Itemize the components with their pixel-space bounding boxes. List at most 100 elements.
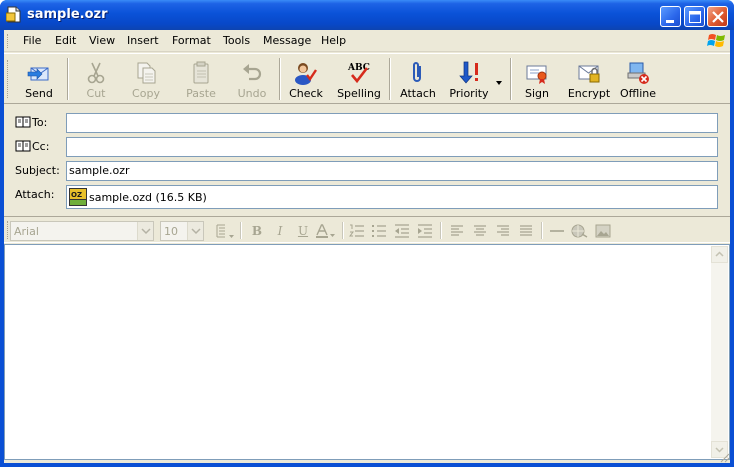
font-size-dropdown[interactable] bbox=[187, 222, 203, 240]
sign-button[interactable]: Sign bbox=[515, 54, 559, 104]
paste-button[interactable]: Paste bbox=[172, 54, 230, 104]
align-left-icon bbox=[451, 225, 463, 236]
paragraph-style-button[interactable] bbox=[214, 222, 236, 240]
menu-message[interactable]: Message bbox=[263, 34, 311, 47]
font-name-select[interactable]: Arial bbox=[10, 221, 154, 241]
scissors-icon bbox=[87, 62, 105, 84]
underline-icon: U bbox=[297, 224, 309, 238]
attachment-field[interactable]: OZ sample.ozd (16.5 KB) bbox=[66, 185, 718, 209]
paste-icon bbox=[193, 61, 209, 84]
decrease-indent-icon bbox=[395, 224, 409, 238]
status-bar bbox=[4, 460, 730, 463]
minimize-icon bbox=[666, 20, 674, 23]
align-left-button[interactable] bbox=[448, 222, 466, 240]
bullet-list-button[interactable] bbox=[370, 222, 388, 240]
maximize-button[interactable] bbox=[684, 6, 705, 27]
send-button[interactable]: Send bbox=[15, 54, 63, 104]
menu-insert[interactable]: Insert bbox=[127, 34, 159, 47]
check-label: Check bbox=[289, 87, 323, 100]
formatting-toolbar: Arial 10 B I U bbox=[4, 216, 730, 243]
chevron-up-icon bbox=[715, 251, 724, 257]
chevron-down-icon bbox=[141, 228, 151, 235]
bold-button[interactable]: B bbox=[248, 222, 266, 240]
font-color-button[interactable] bbox=[315, 222, 337, 240]
encrypt-button[interactable]: Encrypt bbox=[563, 54, 615, 104]
priority-button[interactable]: Priority bbox=[444, 54, 494, 104]
menu-grip[interactable] bbox=[7, 34, 10, 48]
attach-button[interactable]: Attach bbox=[394, 54, 442, 104]
attach-label: Attach: bbox=[15, 188, 55, 201]
font-size-select[interactable]: 10 bbox=[160, 221, 204, 241]
attachment-item[interactable]: OZ sample.ozd (16.5 KB) bbox=[69, 188, 207, 206]
justify-icon bbox=[520, 225, 532, 236]
font-color-icon bbox=[316, 224, 335, 238]
increase-indent-icon bbox=[418, 224, 432, 238]
minimize-button[interactable] bbox=[660, 6, 681, 27]
increase-indent-button[interactable] bbox=[416, 222, 434, 240]
message-headers: To: Cc: Subject: sample.ozr Attach: OZ s… bbox=[4, 105, 730, 215]
menu-format[interactable]: Format bbox=[172, 34, 211, 47]
undo-button[interactable]: Undo bbox=[230, 54, 274, 104]
copy-icon bbox=[137, 62, 156, 84]
send-label: Send bbox=[25, 87, 53, 100]
format-separator bbox=[440, 222, 442, 239]
check-names-icon bbox=[295, 63, 317, 85]
horizontal-line-button[interactable] bbox=[548, 222, 566, 240]
toolbar-separator bbox=[510, 58, 512, 100]
copy-button[interactable]: Copy bbox=[122, 54, 170, 104]
priority-label: Priority bbox=[449, 87, 489, 100]
ozd-file-icon: OZ bbox=[69, 188, 87, 206]
toolbar-separator bbox=[67, 58, 69, 100]
cc-label-row[interactable]: Cc: bbox=[15, 140, 49, 153]
to-label-row[interactable]: To: bbox=[15, 116, 47, 129]
main-toolbar: Send Cut Copy Paste Undo Check ABC Spell… bbox=[4, 53, 730, 104]
window-title: sample.ozr bbox=[27, 7, 108, 22]
spelling-icon: ABC bbox=[347, 63, 370, 84]
priority-dropdown[interactable] bbox=[493, 54, 505, 104]
digital-sign-icon bbox=[526, 65, 547, 84]
priority-icon bbox=[459, 61, 478, 84]
offline-button[interactable]: Offline bbox=[615, 54, 661, 104]
chevron-down-icon bbox=[496, 81, 502, 85]
resize-grip-icon[interactable] bbox=[718, 451, 730, 463]
subject-field[interactable]: sample.ozr bbox=[66, 161, 718, 181]
scroll-up-button[interactable] bbox=[711, 246, 728, 263]
align-right-button[interactable] bbox=[494, 222, 512, 240]
encrypt-label: Encrypt bbox=[567, 87, 611, 100]
justify-button[interactable] bbox=[517, 222, 535, 240]
numbered-list-icon bbox=[349, 224, 364, 237]
hyperlink-button[interactable] bbox=[570, 222, 588, 240]
message-body-editor[interactable] bbox=[4, 244, 730, 460]
svg-text:OZ: OZ bbox=[71, 191, 82, 199]
cut-button[interactable]: Cut bbox=[72, 54, 120, 104]
align-center-button[interactable] bbox=[471, 222, 489, 240]
decrease-indent-button[interactable] bbox=[393, 222, 411, 240]
attachment-name: sample.ozd (16.5 KB) bbox=[89, 190, 207, 204]
paragraph-style-icon bbox=[216, 224, 234, 238]
spelling-button[interactable]: ABC Spelling bbox=[331, 54, 387, 104]
menu-view[interactable]: View bbox=[89, 34, 115, 47]
offline-label: Offline bbox=[619, 87, 657, 100]
menu-file[interactable]: File bbox=[23, 34, 41, 47]
insert-picture-button[interactable] bbox=[594, 222, 612, 240]
italic-button[interactable]: I bbox=[271, 222, 289, 240]
menu-tools[interactable]: Tools bbox=[223, 34, 250, 47]
format-separator bbox=[541, 222, 543, 239]
numbered-list-button[interactable] bbox=[348, 222, 366, 240]
title-bar[interactable]: sample.ozr bbox=[0, 0, 734, 30]
close-button[interactable] bbox=[707, 6, 728, 27]
check-names-button[interactable]: Check bbox=[284, 54, 328, 104]
underline-button[interactable]: U bbox=[294, 222, 312, 240]
menu-help[interactable]: Help bbox=[321, 34, 346, 47]
close-icon bbox=[712, 11, 724, 23]
document-icon bbox=[6, 6, 21, 23]
toolbar-separator bbox=[389, 58, 391, 100]
copy-label: Copy bbox=[132, 87, 160, 100]
toolbar-grip[interactable] bbox=[7, 60, 10, 98]
vertical-scrollbar[interactable] bbox=[711, 246, 728, 458]
font-size-value: 10 bbox=[164, 225, 178, 238]
font-name-dropdown[interactable] bbox=[137, 222, 153, 240]
to-field[interactable] bbox=[66, 113, 718, 133]
menu-edit[interactable]: Edit bbox=[55, 34, 76, 47]
cc-field[interactable] bbox=[66, 137, 718, 157]
